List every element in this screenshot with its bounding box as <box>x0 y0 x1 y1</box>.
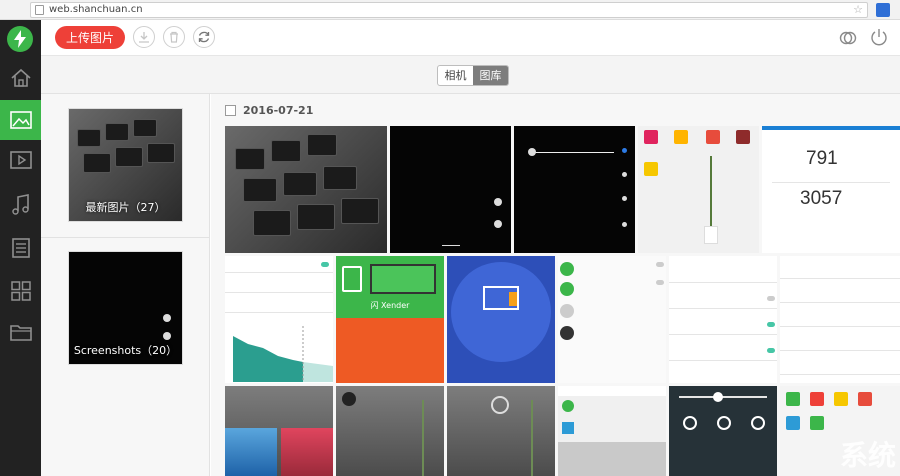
apps-icon <box>10 281 31 301</box>
photo-thumbnail[interactable] <box>447 386 555 476</box>
photo-thumbnail[interactable] <box>336 386 444 476</box>
album-label: Screenshots（20） <box>73 344 178 357</box>
upload-photo-button[interactable]: 上传图片 <box>55 26 125 49</box>
sidebar-item-music[interactable] <box>0 185 41 225</box>
sidebar <box>0 20 41 476</box>
tabs-row: 相机 图库 <box>41 56 900 94</box>
browser-bar: web.shanchuan.cn ☆ <box>0 0 900 20</box>
app-logo[interactable] <box>7 26 33 52</box>
home-icon <box>10 68 31 87</box>
photo-thumbnail[interactable] <box>514 126 635 253</box>
delete-button[interactable] <box>163 26 185 48</box>
download-button[interactable] <box>133 26 155 48</box>
tab-camera[interactable]: 相机 <box>438 66 473 85</box>
connection-button[interactable] <box>838 28 858 48</box>
contacts-icon <box>11 238 30 258</box>
video-icon <box>9 151 32 169</box>
score-bottom: 3057 <box>800 188 843 209</box>
download-icon <box>139 32 149 43</box>
power-icon <box>871 29 887 46</box>
photo-thumbnail[interactable]: 791 3057 <box>762 126 900 253</box>
folder-icon <box>9 325 32 341</box>
photo-thumbnail[interactable] <box>225 386 333 476</box>
sidebar-item-files[interactable] <box>0 312 41 352</box>
photo-thumbnail[interactable] <box>638 126 759 253</box>
address-bar[interactable]: web.shanchuan.cn ☆ <box>30 2 868 18</box>
photo-thumbnail[interactable] <box>558 386 666 476</box>
photo-thumbnail[interactable] <box>669 256 777 383</box>
bookmark-star-icon[interactable]: ☆ <box>853 3 863 17</box>
photo-thumbnail[interactable] <box>390 126 511 253</box>
date-label: 2016-07-21 <box>243 103 314 117</box>
extension-icon[interactable] <box>876 3 890 17</box>
album-label: 最新图片（27） <box>85 201 166 214</box>
refresh-button[interactable] <box>193 26 215 48</box>
album-divider <box>41 237 210 238</box>
tab-gallery[interactable]: 图库 <box>473 66 508 85</box>
photo-thumbnail[interactable]: 闪 Xender <box>336 256 444 383</box>
top-toolbar: 上传图片 <box>41 20 900 56</box>
photo-thumbnail[interactable] <box>669 386 777 476</box>
lightning-icon <box>14 30 26 48</box>
photo-thumbnail[interactable] <box>225 126 387 253</box>
page-icon <box>35 5 44 15</box>
score-top: 791 <box>806 148 838 169</box>
power-button[interactable] <box>869 27 889 47</box>
album-latest[interactable]: 最新图片（27） <box>68 108 183 222</box>
select-all-checkbox[interactable] <box>225 104 236 116</box>
photo-grid: 2016-07-21 791 3057 闪 Xender 系统 <box>211 94 900 476</box>
sidebar-item-contacts[interactable] <box>0 228 41 268</box>
link-icon <box>839 31 857 45</box>
photo-thumbnail[interactable] <box>447 256 555 383</box>
source-tabs: 相机 图库 <box>437 65 509 86</box>
url-text: web.shanchuan.cn <box>49 4 143 15</box>
image-icon <box>9 111 32 129</box>
photo-thumbnail[interactable] <box>558 256 666 383</box>
album-panel: 最新图片（27） Screenshots（20） <box>41 94 210 476</box>
date-group-header: 2016-07-21 <box>225 102 313 118</box>
album-screenshots[interactable]: Screenshots（20） <box>68 251 183 365</box>
sidebar-item-home[interactable] <box>0 58 41 98</box>
sidebar-item-video[interactable] <box>0 140 41 180</box>
photo-thumbnail[interactable] <box>225 256 333 383</box>
sidebar-item-apps[interactable] <box>0 271 41 311</box>
refresh-icon <box>198 31 210 43</box>
site-watermark: 系统 <box>839 439 896 472</box>
photo-thumbnail[interactable] <box>780 256 900 383</box>
sidebar-item-photos[interactable] <box>0 100 41 140</box>
photo-thumbnail[interactable]: 系统 <box>780 386 900 476</box>
trash-icon <box>170 31 178 43</box>
xender-label: 闪 Xender <box>370 301 410 310</box>
music-icon <box>11 194 29 215</box>
